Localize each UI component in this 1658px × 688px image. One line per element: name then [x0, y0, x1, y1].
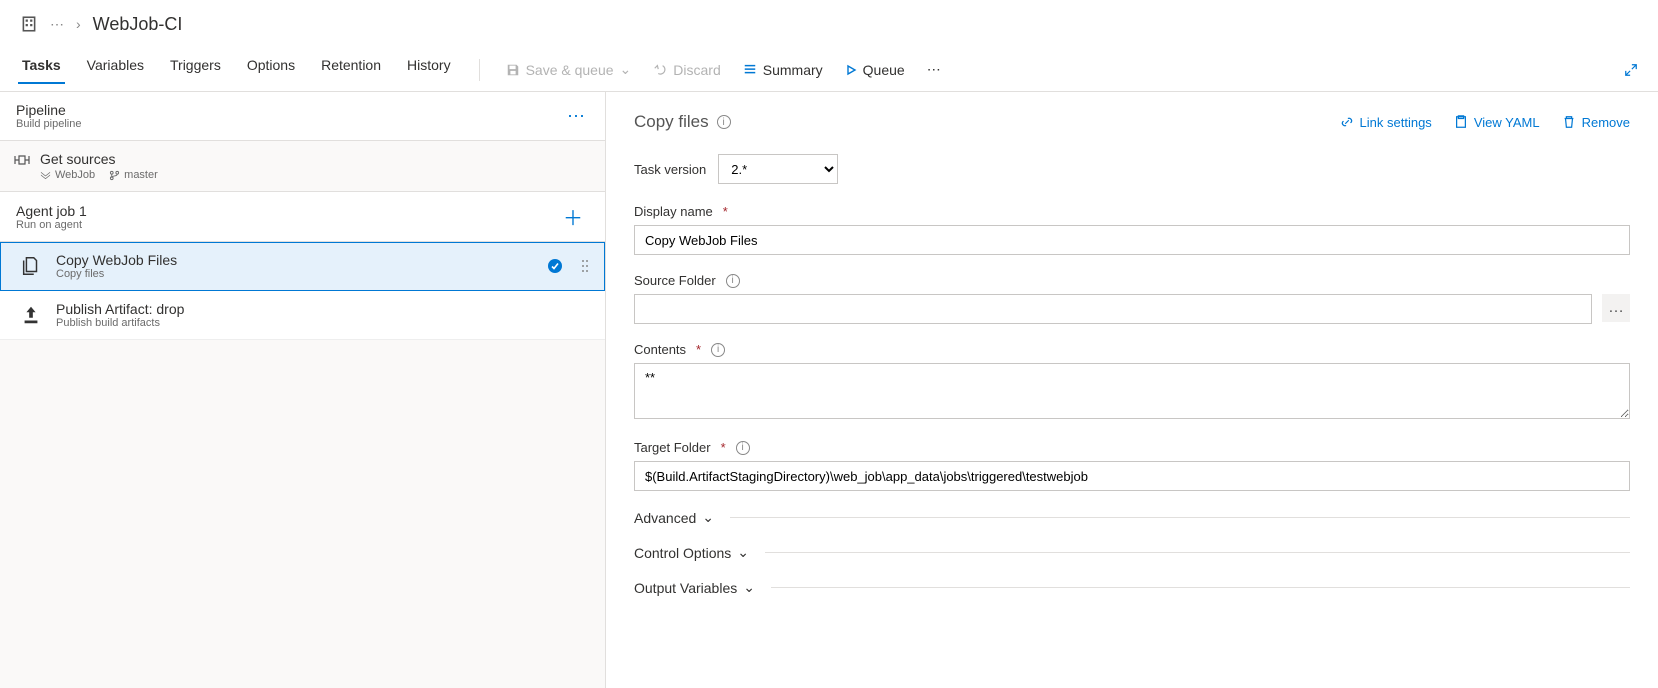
discard-label: Discard	[673, 62, 720, 78]
breadcrumb: ⋯ › WebJob-CI	[0, 0, 1658, 48]
agent-job-sub: Run on agent	[16, 219, 557, 231]
pipeline-more-button[interactable]: ⋯	[563, 106, 589, 127]
chevron-right-icon: ›	[76, 16, 81, 32]
save-and-queue-label: Save & queue	[526, 62, 614, 78]
branch-name: master	[124, 169, 158, 181]
target-folder-input[interactable]	[634, 461, 1630, 491]
add-task-button[interactable]: ＋	[557, 202, 589, 231]
required-marker: *	[696, 342, 701, 357]
task-version-label: Task version	[634, 162, 706, 177]
required-marker: *	[723, 204, 728, 219]
target-folder-group: Target Folder * i	[634, 440, 1630, 491]
remove-label: Remove	[1582, 115, 1630, 130]
play-icon	[845, 64, 857, 76]
summary-icon	[743, 63, 757, 77]
source-folder-label: Source Folder	[634, 273, 716, 288]
pipeline-title: Pipeline	[16, 102, 563, 118]
branch-icon	[109, 170, 120, 181]
target-folder-label: Target Folder	[634, 440, 711, 455]
task-title: Publish Artifact: drop	[56, 301, 595, 317]
section-advanced-label: Advanced	[634, 510, 696, 526]
agent-job-row[interactable]: Agent job 1 Run on agent ＋	[0, 191, 605, 242]
expand-icon[interactable]	[1624, 63, 1638, 77]
chevron-down-icon: ⌄	[620, 61, 632, 78]
task-sub: Copy files	[56, 268, 533, 280]
contents-group: Contents * i **	[634, 342, 1630, 422]
save-icon	[506, 63, 520, 77]
summary-button[interactable]: Summary	[743, 62, 823, 78]
upload-icon	[20, 304, 42, 326]
detail-title: Copy files	[634, 112, 709, 132]
summary-label: Summary	[763, 62, 823, 78]
task-version-row: Task version 2.*	[634, 154, 1630, 184]
get-sources-title: Get sources	[40, 151, 158, 167]
left-pane: Pipeline Build pipeline ⋯ Get sources We…	[0, 92, 606, 688]
trash-icon	[1562, 115, 1576, 129]
info-icon[interactable]: i	[736, 441, 750, 455]
tab-history[interactable]: History	[405, 57, 453, 83]
source-folder-input[interactable]	[634, 294, 1592, 324]
view-yaml-button[interactable]: View YAML	[1454, 115, 1540, 130]
section-control-options[interactable]: Control Options ⌄	[634, 544, 1630, 561]
info-icon[interactable]: i	[717, 115, 731, 129]
drag-handle-icon[interactable]	[577, 258, 595, 274]
breadcrumb-more[interactable]: ⋯	[50, 16, 64, 33]
tab-options[interactable]: Options	[245, 57, 297, 83]
tab-variables[interactable]: Variables	[85, 57, 146, 83]
task-row-publish-artifact[interactable]: Publish Artifact: drop Publish build art…	[0, 291, 605, 340]
more-actions-button[interactable]: ⋯	[927, 61, 941, 78]
agent-job-title: Agent job 1	[16, 203, 557, 219]
task-sub: Publish build artifacts	[56, 317, 595, 329]
repo-name: WebJob	[55, 169, 95, 181]
section-advanced[interactable]: Advanced ⌄	[634, 509, 1630, 526]
divider	[479, 59, 480, 81]
source-folder-group: Source Folder i …	[634, 273, 1630, 324]
browse-source-folder-button[interactable]: …	[1602, 294, 1630, 322]
link-settings-button[interactable]: Link settings	[1340, 115, 1432, 130]
info-icon[interactable]: i	[711, 343, 725, 357]
contents-input[interactable]: **	[634, 363, 1630, 419]
sources-icon	[14, 153, 30, 167]
tab-triggers[interactable]: Triggers	[168, 57, 223, 83]
undo-icon	[653, 63, 667, 77]
queue-button[interactable]: Queue	[845, 62, 905, 78]
detail-header: Copy files i Link settings View YAML Rem…	[634, 112, 1630, 132]
section-output-label: Output Variables	[634, 580, 737, 596]
pipeline-header[interactable]: Pipeline Build pipeline ⋯	[0, 92, 605, 141]
right-pane: Copy files i Link settings View YAML Rem…	[606, 92, 1658, 688]
chevron-down-icon: ⌄	[702, 509, 714, 526]
contents-label: Contents	[634, 342, 686, 357]
link-icon	[1340, 115, 1354, 129]
link-settings-label: Link settings	[1360, 115, 1432, 130]
chevron-down-icon: ⌄	[743, 579, 755, 596]
get-sources-row[interactable]: Get sources WebJob master	[0, 141, 605, 191]
queue-label: Queue	[863, 62, 905, 78]
pipeline-sub: Build pipeline	[16, 118, 563, 130]
discard-button[interactable]: Discard	[653, 62, 720, 78]
clipboard-icon	[1454, 115, 1468, 129]
repo-icon	[40, 170, 51, 181]
required-marker: *	[721, 440, 726, 455]
tab-tasks[interactable]: Tasks	[20, 57, 63, 83]
tab-retention[interactable]: Retention	[319, 57, 383, 83]
section-output-variables[interactable]: Output Variables ⌄	[634, 579, 1630, 596]
task-row-copy-files[interactable]: Copy WebJob Files Copy files	[0, 242, 605, 291]
tab-strip: Tasks Variables Triggers Options Retenti…	[0, 48, 1658, 92]
org-icon[interactable]	[20, 15, 38, 33]
task-version-select[interactable]: 2.*	[718, 154, 838, 184]
task-title: Copy WebJob Files	[56, 252, 533, 268]
copy-files-icon	[20, 255, 42, 277]
breadcrumb-title[interactable]: WebJob-CI	[93, 14, 183, 35]
display-name-label: Display name	[634, 204, 713, 219]
remove-button[interactable]: Remove	[1562, 115, 1630, 130]
view-yaml-label: View YAML	[1474, 115, 1540, 130]
chevron-down-icon: ⌄	[737, 544, 749, 561]
section-control-label: Control Options	[634, 545, 731, 561]
checkmark-icon	[547, 258, 563, 274]
info-icon[interactable]: i	[726, 274, 740, 288]
save-and-queue-button[interactable]: Save & queue ⌄	[506, 61, 632, 78]
workspace: Pipeline Build pipeline ⋯ Get sources We…	[0, 92, 1658, 688]
display-name-group: Display name *	[634, 204, 1630, 255]
display-name-input[interactable]	[634, 225, 1630, 255]
